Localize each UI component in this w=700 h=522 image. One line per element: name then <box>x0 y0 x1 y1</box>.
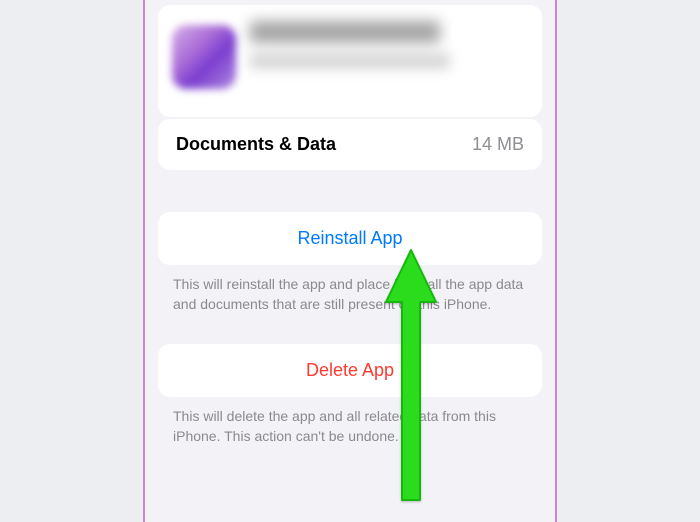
app-text-block <box>250 19 528 69</box>
app-name-blurred <box>250 21 440 43</box>
delete-hint: This will delete the app and all related… <box>173 407 527 446</box>
documents-data-value: 14 MB <box>472 134 524 155</box>
reinstall-app-label: Reinstall App <box>297 228 402 248</box>
delete-app-button[interactable]: Delete App <box>158 344 542 397</box>
app-info-card <box>158 5 542 117</box>
reinstall-hint: This will reinstall the app and place ba… <box>173 275 527 314</box>
documents-data-row: Documents & Data 14 MB <box>158 119 542 170</box>
documents-data-label: Documents & Data <box>176 134 336 155</box>
phone-screen: Documents & Data 14 MB Reinstall App Thi… <box>143 0 557 522</box>
app-subtitle-blurred <box>250 53 450 69</box>
reinstall-app-button[interactable]: Reinstall App <box>158 212 542 265</box>
app-header-row <box>172 19 528 89</box>
delete-app-label: Delete App <box>306 360 394 380</box>
documents-data-card: Documents & Data 14 MB <box>158 119 542 170</box>
app-icon <box>172 25 236 89</box>
